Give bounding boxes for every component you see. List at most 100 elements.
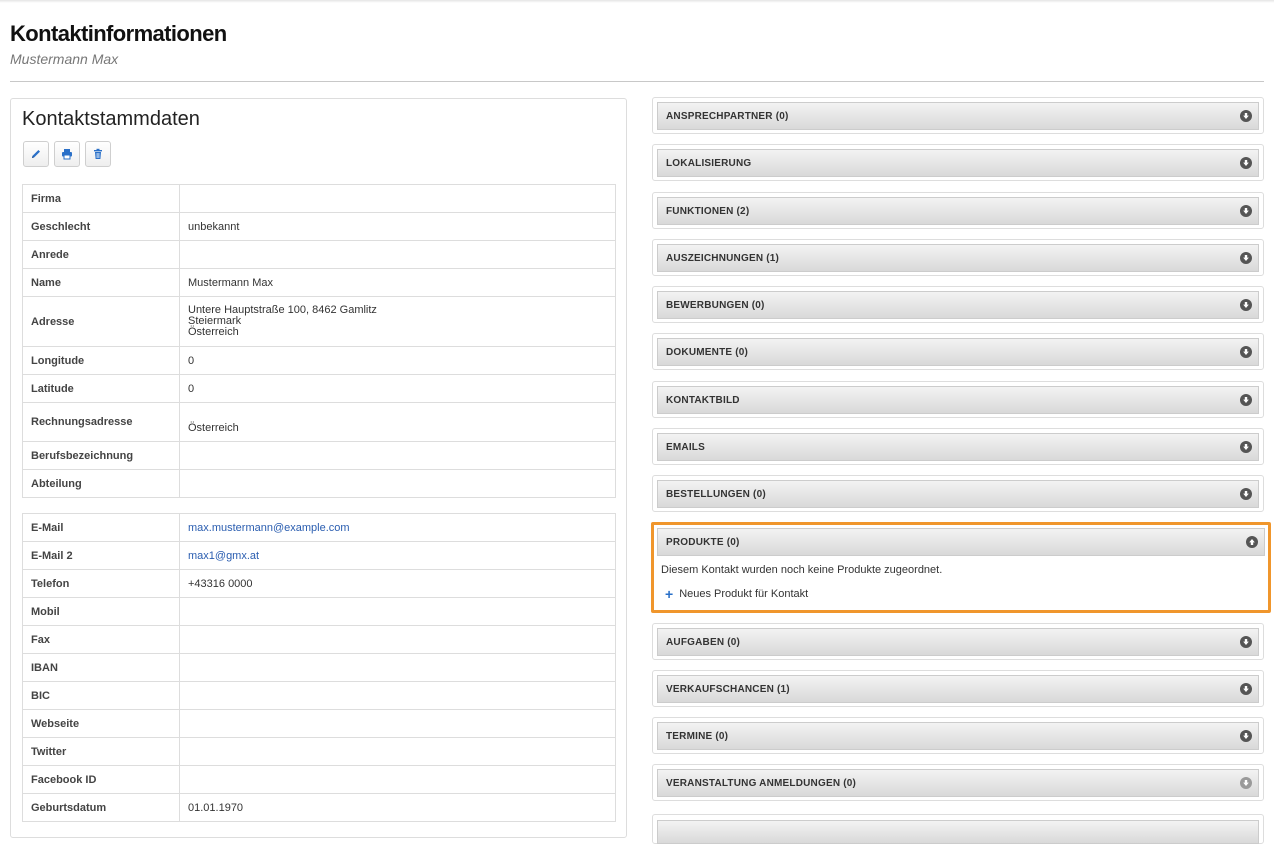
field-label: Geburtsdatum: [22, 793, 180, 822]
accordion-header[interactable]: FUNKTIONEN (2): [657, 197, 1259, 225]
field-value: [179, 653, 616, 682]
accordion-produkte: PRODUKTE (0) Diesem Kontakt wurden noch …: [651, 522, 1271, 613]
accordion-header[interactable]: LOKALISIERUNG: [657, 149, 1259, 177]
accordion-title: VERANSTALTUNG ANMELDUNGEN (0): [666, 777, 857, 789]
expand-icon[interactable]: [1240, 110, 1252, 122]
field-label: Latitude: [22, 374, 180, 403]
field-value: [179, 765, 616, 794]
field-label: IBAN: [22, 653, 180, 682]
address-line: Österreich: [188, 326, 239, 338]
table-row: Facebook ID: [22, 765, 616, 794]
title-divider: [10, 81, 1264, 82]
email-2-link[interactable]: max1@gmx.at: [188, 550, 259, 562]
expand-icon[interactable]: [1240, 441, 1252, 453]
table-row: Mobil: [22, 597, 616, 626]
new-product-link[interactable]: + Neues Produkt für Kontakt: [665, 585, 808, 602]
field-value: 0: [179, 346, 616, 375]
field-value: unbekannt: [179, 212, 616, 241]
field-value: [179, 240, 616, 269]
field-label: E-Mail: [22, 513, 180, 542]
pencil-icon: [32, 150, 40, 158]
expand-icon[interactable]: [1240, 777, 1252, 789]
table-row: Latitude 0: [22, 374, 616, 403]
accordion-ansprechpartner: ANSPRECHPARTNER (0): [652, 97, 1264, 134]
table-row: Rechnungsadresse Österreich: [22, 402, 616, 442]
expand-icon[interactable]: [1240, 157, 1252, 169]
expand-icon[interactable]: [1240, 299, 1252, 311]
field-value: +43316 0000: [179, 569, 616, 598]
field-label: BIC: [22, 681, 180, 710]
expand-icon[interactable]: [1240, 205, 1252, 217]
expand-icon[interactable]: [1240, 252, 1252, 264]
accordion-header[interactable]: PRODUKTE (0): [657, 528, 1265, 556]
accordion-header[interactable]: VERANSTALTUNG ANMELDUNGEN (0): [657, 769, 1259, 797]
field-value: 0: [179, 374, 616, 403]
field-value: [179, 681, 616, 710]
accordion-partial: [652, 814, 1264, 844]
table-row: Name Mustermann Max: [22, 268, 616, 297]
accordion-funktionen: FUNKTIONEN (2): [652, 192, 1264, 229]
field-label: Geschlecht: [22, 212, 180, 241]
table-row: Berufsbezeichnung: [22, 441, 616, 470]
table-row: IBAN: [22, 653, 616, 682]
panel-heading: Kontaktstammdaten: [22, 108, 200, 130]
accordion-title: BEWERBUNGEN (0): [666, 299, 765, 311]
field-label: Facebook ID: [22, 765, 180, 794]
accordion-header[interactable]: VERKAUFSCHANCEN (1): [657, 675, 1259, 703]
accordion-kontaktbild: KONTAKTBILD: [652, 381, 1264, 418]
field-label: Fax: [22, 625, 180, 654]
accordion-header[interactable]: AUFGABEN (0): [657, 628, 1259, 656]
field-label: Abteilung: [22, 469, 180, 498]
accordion-bewerbungen: BEWERBUNGEN (0): [652, 286, 1264, 323]
table-row: Fax: [22, 625, 616, 654]
trash-icon: [94, 148, 102, 159]
table-row: Geschlecht unbekannt: [22, 212, 616, 241]
table-row: Abteilung: [22, 469, 616, 498]
accordion-header[interactable]: DOKUMENTE (0): [657, 338, 1259, 366]
contact-master-data-panel: Kontaktstammdaten Firma Geschlecht unbeka…: [10, 98, 627, 838]
accordion-title: TERMINE (0): [666, 730, 729, 742]
address-line: Untere Hauptstraße 100, 8462 Gamlitz: [188, 304, 377, 316]
field-label: Longitude: [22, 346, 180, 375]
expand-icon[interactable]: [1240, 346, 1252, 358]
field-value: [179, 737, 616, 766]
page-title: Kontaktinformationen: [10, 21, 227, 46]
field-label: Berufsbezeichnung: [22, 441, 180, 470]
address-line: Steiermark: [188, 315, 242, 327]
delete-button[interactable]: [85, 141, 111, 167]
field-label: Twitter: [22, 737, 180, 766]
accordion-header[interactable]: TERMINE (0): [657, 722, 1259, 750]
accordion-header[interactable]: BEWERBUNGEN (0): [657, 291, 1259, 319]
accordion-title: AUFGABEN (0): [666, 636, 741, 648]
plus-icon: +: [665, 585, 674, 602]
expand-icon[interactable]: [1240, 394, 1252, 406]
accordion-title: FUNKTIONEN (2): [666, 205, 750, 217]
accordion-header[interactable]: [657, 820, 1259, 844]
field-label: Mobil: [22, 597, 180, 626]
expand-icon[interactable]: [1240, 730, 1252, 742]
edit-button[interactable]: [23, 141, 49, 167]
accordion-termine: TERMINE (0): [652, 717, 1264, 754]
address-value: Untere Hauptstraße 100, 8462 Gamlitz Ste…: [179, 296, 616, 347]
accordion-header[interactable]: KONTAKTBILD: [657, 386, 1259, 414]
print-button[interactable]: [54, 141, 80, 167]
accordion-header[interactable]: BESTELLUNGEN (0): [657, 480, 1259, 508]
collapse-icon[interactable]: [1246, 536, 1258, 548]
expand-icon[interactable]: [1240, 488, 1252, 500]
field-label: Firma: [22, 184, 180, 213]
accordion-title: EMAILS: [666, 441, 705, 453]
accordion-header[interactable]: EMAILS: [657, 433, 1259, 461]
field-label: E-Mail 2: [22, 541, 180, 570]
field-value: [179, 184, 616, 213]
email-link[interactable]: max.mustermann@example.com: [188, 522, 350, 534]
expand-icon[interactable]: [1240, 683, 1252, 695]
field-value: [179, 709, 616, 738]
accordion-aufgaben: AUFGABEN (0): [652, 623, 1264, 660]
accordion-emails: EMAILS: [652, 428, 1264, 465]
accordion-header[interactable]: AUSZEICHNUNGEN (1): [657, 244, 1259, 272]
expand-icon[interactable]: [1240, 636, 1252, 648]
field-value: [179, 625, 616, 654]
field-value: [179, 441, 616, 470]
accordion-header[interactable]: ANSPRECHPARTNER (0): [657, 102, 1259, 130]
accordion-title: BESTELLUNGEN (0): [666, 488, 766, 500]
